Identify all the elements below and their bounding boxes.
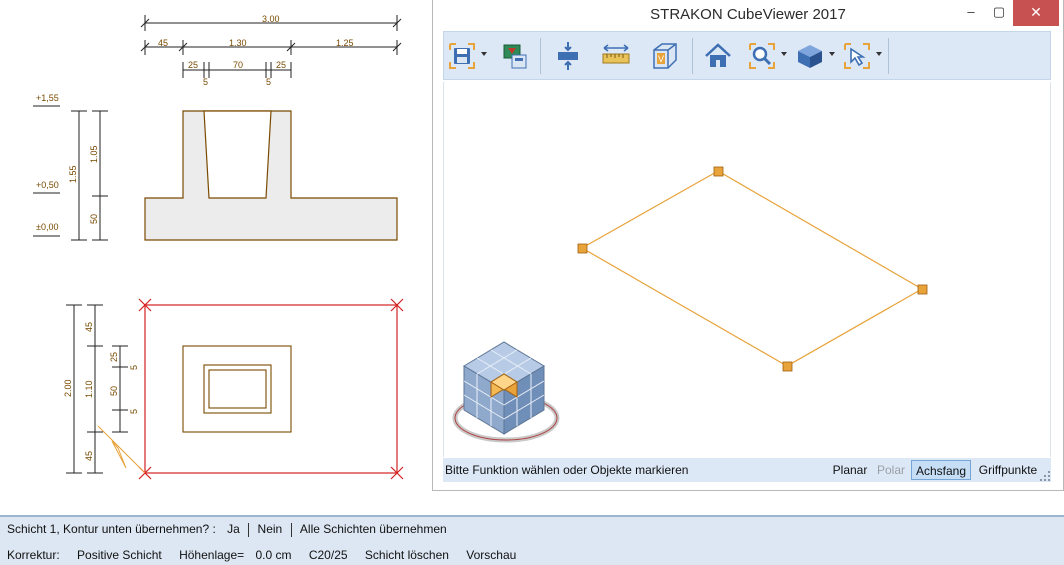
dim-left-seg-2: 50 [89,214,99,224]
command-prompt-row: Schicht 1, Kontur unten übernehmen? : Ja… [7,522,447,537]
plan-dim-seg-2: 1.10 [84,380,94,398]
dim-seg-top-3: 1.25 [336,38,354,48]
dim-seg-top-1: 45 [158,38,168,48]
elev-label-1: +1,55 [36,93,59,103]
measure-icon[interactable] [600,40,632,72]
hoehenlage-label: Höhenlage= [179,548,245,562]
cubeviewer-window: STRAKON CubeViewer 2017 – ▢ ✕ V Bitte Fu… [432,0,1064,491]
concrete-class-option[interactable]: C20/25 [309,548,348,562]
plan-dim-total: 2.00 [63,379,73,397]
elev-label-2: +0,50 [36,180,59,190]
view-cube-icon[interactable] [794,40,826,72]
option-nein[interactable]: Nein [258,522,283,536]
grip-point[interactable] [782,361,793,372]
achsfang-button[interactable]: Achsfang [911,460,971,480]
dim-detail-2: 70 [233,60,243,70]
view-dropdown-icon[interactable] [829,52,835,56]
volume-cube-icon[interactable]: V [648,40,680,72]
plan-dim-seg-1: 45 [84,322,94,332]
option-ja[interactable]: Ja [227,522,240,536]
dim-detail-1: 25 [188,60,198,70]
planar-button[interactable]: Planar [830,460,870,480]
title-bar[interactable]: STRAKON CubeViewer 2017 – ▢ ✕ [433,0,1063,30]
close-button[interactable]: ✕ [1013,0,1059,26]
zoom-icon[interactable] [746,40,778,72]
vorschau-option[interactable]: Vorschau [466,548,516,562]
plan-dim-seg-3: 45 [84,451,94,461]
navigation-cube[interactable] [452,341,560,443]
zoom-dropdown-icon[interactable] [781,52,787,56]
toolbar: V [443,31,1051,80]
foundation-outline[interactable] [580,170,924,367]
resize-grip-icon[interactable] [1039,470,1051,482]
command-options-row: Korrektur: Positive Schicht Höhenlage= 0… [7,548,516,562]
grip-point[interactable] [713,166,724,177]
status-bar: Bitte Funktion wählen oder Objekte marki… [443,458,1051,482]
elev-label-3: ±0,00 [36,222,58,232]
plan-dim-inner-2: 50 [109,386,119,396]
grip-point[interactable] [917,284,928,295]
option-alle-schichten[interactable]: Alle Schichten übernehmen [300,522,447,536]
3d-viewport[interactable] [443,82,1051,457]
command-prompt: Schicht 1, Kontur unten übernehmen? : [7,522,216,536]
select-icon[interactable] [841,40,873,72]
polar-button[interactable]: Polar [874,460,908,480]
korrektur-label: Korrektur: [7,548,60,562]
dim-total-top: 3.00 [262,14,280,24]
section-cut-icon[interactable] [552,40,584,72]
hoehenlage-value[interactable]: 0.0 cm [255,548,291,562]
grip-point[interactable] [577,243,588,254]
schicht-loeschen-option[interactable]: Schicht löschen [365,548,449,562]
svg-text:V: V [658,54,664,64]
dim-small-1: 5 [203,77,208,87]
status-message: Bitte Funktion wählen oder Objekte marki… [445,463,689,477]
plan-dim-inner-4: 5 [129,409,139,414]
save-dropdown-icon[interactable] [481,52,487,56]
dim-detail-3: 25 [276,60,286,70]
dim-seg-top-2: 1.30 [229,38,247,48]
dim-left-total: 1.55 [68,165,78,183]
command-bar: Schicht 1, Kontur unten übernehmen? : Ja… [0,515,1064,565]
plan-dim-inner-3: 5 [129,365,139,370]
maximize-button[interactable]: ▢ [983,0,1015,26]
dim-small-2: 5 [266,77,271,87]
dim-left-seg-1: 1.05 [89,145,99,163]
plan-dim-inner-1: 25 [109,352,119,362]
home-icon[interactable] [702,40,734,72]
griffpunkte-button[interactable]: Griffpunkte [975,460,1041,480]
cad-drawing: 3.00 45 1.30 1.25 25 70 25 5 5 +1,55 +0,… [33,14,404,480]
save-icon[interactable] [446,40,478,72]
positive-schicht-option[interactable]: Positive Schicht [77,548,162,562]
import-icon[interactable] [498,40,530,72]
select-dropdown-icon[interactable] [876,52,882,56]
